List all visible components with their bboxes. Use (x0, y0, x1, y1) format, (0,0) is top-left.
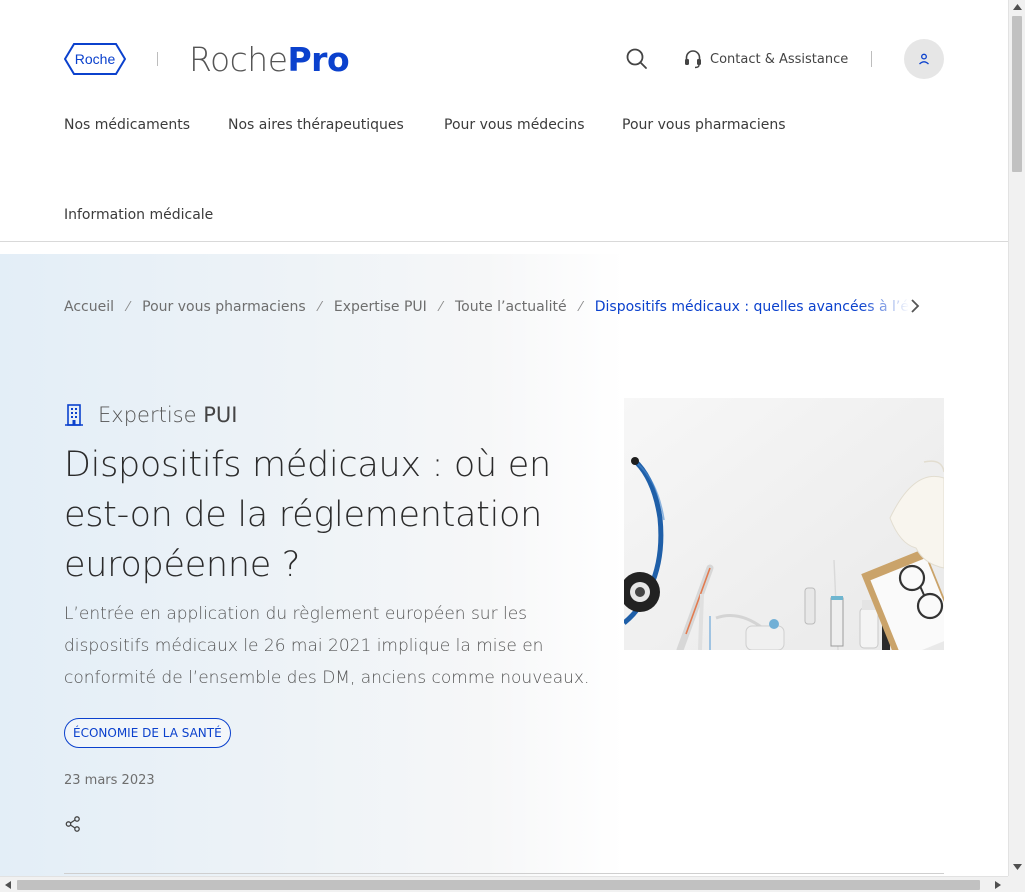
scroll-right-icon[interactable] (995, 881, 1001, 889)
chevron-right-icon[interactable] (906, 297, 924, 315)
search-button[interactable] (624, 46, 650, 72)
header-divider (871, 51, 872, 67)
category-prefix: Expertise (98, 403, 197, 427)
share-icon[interactable] (64, 815, 82, 833)
vertical-scrollbar-thumb[interactable] (1012, 16, 1022, 172)
article-category[interactable]: Expertise PUI (64, 401, 237, 429)
breadcrumb: Accueil ⁄ Pour vous pharmaciens ⁄ Expert… (64, 297, 924, 317)
contact-assistance-link[interactable]: Contact & Assistance (684, 47, 848, 71)
search-icon (626, 48, 647, 69)
roche-logo-text: Roche (75, 51, 116, 67)
article-title: Dispositifs médicaux : où en est-on de l… (64, 445, 551, 585)
nav-item-aires-therapeutiques[interactable]: Nos aires thérapeutiques (228, 115, 404, 135)
brand-part-1: Roche (189, 40, 288, 79)
nav-item-pharmaciens[interactable]: Pour vous pharmaciens (622, 115, 786, 135)
breadcrumb-item-expertise-pui[interactable]: Expertise PUI (334, 299, 427, 315)
breadcrumb-separator: ⁄ (127, 299, 130, 315)
breadcrumb-separator: ⁄ (439, 299, 442, 315)
roche-logo[interactable]: Roche (64, 43, 126, 75)
horizontal-scrollbar-thumb[interactable] (17, 880, 980, 890)
account-button[interactable] (904, 39, 944, 79)
category-bold: PUI (203, 403, 238, 427)
article-photo (624, 398, 944, 650)
scroll-up-icon[interactable] (1013, 4, 1022, 10)
topic-tag[interactable]: ÉCONOMIE DE LA SANTÉ (64, 718, 231, 748)
logo-divider (157, 52, 158, 66)
vertical-scrollbar[interactable] (1008, 0, 1025, 876)
building-icon (65, 404, 83, 426)
headset-icon (685, 50, 701, 69)
medical-devices-image (624, 398, 944, 650)
breadcrumb-item-pharmaciens[interactable]: Pour vous pharmaciens (142, 299, 306, 315)
rochepro-brand[interactable]: RochePro (189, 40, 350, 80)
brand-part-2: Pro (287, 40, 350, 79)
scroll-down-icon[interactable] (1013, 864, 1022, 870)
scroll-left-icon[interactable] (5, 881, 11, 889)
article-lead: L’entrée en application du règlement eur… (64, 604, 590, 688)
breadcrumb-separator: ⁄ (579, 299, 582, 315)
nav-item-information-medicale[interactable]: Information médicale (64, 205, 213, 225)
site-header: Roche RochePro Contact & Assistance Nos … (0, 0, 1008, 242)
publish-date: 23 mars 2023 (64, 773, 155, 788)
horizontal-scrollbar[interactable] (0, 876, 1008, 892)
breadcrumb-separator: ⁄ (318, 299, 321, 315)
user-icon (919, 53, 929, 65)
nav-item-medicaments[interactable]: Nos médicaments (64, 115, 190, 135)
contact-label: Contact & Assistance (710, 51, 849, 67)
breadcrumb-item-accueil[interactable]: Accueil (64, 299, 114, 315)
nav-item-medecins[interactable]: Pour vous médecins (444, 115, 585, 135)
breadcrumb-item-actualite[interactable]: Toute l’actualité (455, 299, 567, 315)
hero-divider (64, 873, 944, 874)
scrollbar-corner (1008, 876, 1025, 892)
category-label: Expertise PUI (98, 403, 237, 427)
